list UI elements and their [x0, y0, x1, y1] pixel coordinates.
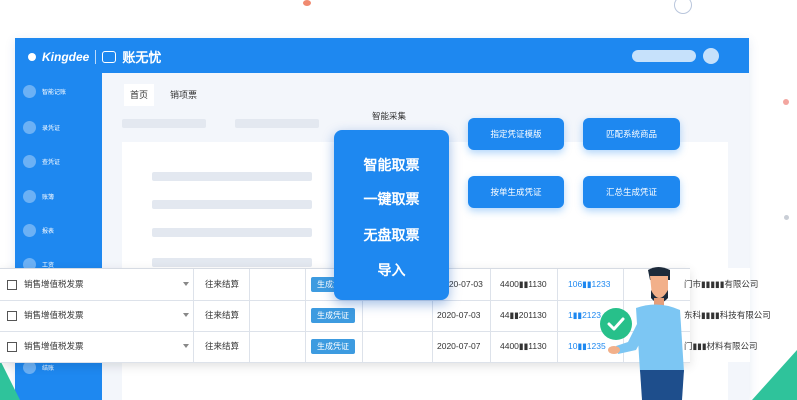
edit-icon: [23, 121, 36, 134]
sidebar-item-reports[interactable]: 报表: [23, 224, 54, 237]
column-divider: [490, 331, 491, 362]
column-divider: [432, 300, 433, 331]
column-divider: [557, 331, 558, 362]
column-divider: [249, 300, 250, 331]
date-cell: 2020-07-07: [437, 341, 481, 351]
match-goods-button[interactable]: 匹配系统商品: [583, 118, 680, 150]
settlement-cell: 往来结算: [205, 310, 240, 320]
column-divider: [557, 300, 558, 331]
tab-home[interactable]: 首页: [124, 84, 155, 106]
tab-bar: 首页 销项票: [102, 84, 749, 106]
row-checkbox[interactable]: [7, 280, 17, 290]
person-illustration: [608, 267, 684, 400]
column-divider: [305, 331, 306, 362]
filter-placeholder: [122, 119, 206, 128]
date-cell: -20-07-03: [446, 279, 483, 289]
column-divider: [249, 331, 250, 362]
generate-voucher-button[interactable]: 生成凭证: [311, 308, 355, 323]
column-divider: [490, 300, 491, 331]
column-divider: [557, 269, 558, 300]
decor-dot-pink: [783, 99, 789, 105]
per-invoice-voucher-button[interactable]: 按单生成凭证: [468, 176, 564, 208]
column-divider: [193, 300, 194, 331]
column-divider: [362, 300, 363, 331]
settlement-cell: 往来结算: [205, 341, 240, 351]
app-logo-icon: [102, 50, 117, 63]
avatar[interactable]: [703, 48, 719, 64]
search-doc-icon: [23, 155, 36, 168]
column-divider: [432, 331, 433, 362]
row-checkbox[interactable]: [7, 342, 17, 352]
row-placeholder: [152, 200, 312, 209]
brand: Kingdee 账无忧: [28, 47, 161, 66]
collection-popup-menu: 智能取票 一键取票 无盘取票 导入: [334, 130, 449, 300]
filter-placeholder: [235, 119, 319, 128]
row-placeholder: [152, 172, 312, 181]
menu-item-import[interactable]: 导入: [334, 260, 449, 280]
sidebar-item-view-voucher[interactable]: 查凭证: [23, 155, 60, 168]
invoice-code-cell: 44▮▮201130: [500, 310, 547, 320]
brand-logo-text: Kingdee: [42, 49, 90, 64]
tab-sales-invoice[interactable]: 销项票: [164, 84, 203, 106]
designated-template-button[interactable]: 指定凭证模版: [468, 118, 564, 150]
column-divider: [193, 269, 194, 300]
invoice-type-select[interactable]: 销售增值税发票: [24, 269, 84, 300]
table-row[interactable]: 销售增值税发票 往来结算 生成凭证 2020-07-03 44▮▮201130 …: [0, 300, 771, 332]
column-divider: [249, 269, 250, 300]
sidebar-item-enter-voucher[interactable]: 录凭证: [23, 121, 60, 134]
column-divider: [305, 300, 306, 331]
menu-item-smart-fetch[interactable]: 智能取票: [334, 155, 449, 175]
invoice-code-cell: 4400▮▮1130: [500, 341, 547, 351]
section-label: 智能采集: [372, 111, 407, 121]
decor-dot-orange: [303, 0, 311, 6]
decor-ring: [674, 0, 692, 14]
chevron-down-icon: [183, 282, 189, 286]
generate-voucher-button[interactable]: 生成凭证: [311, 339, 355, 354]
report-icon: [23, 224, 36, 237]
column-divider: [305, 269, 306, 300]
app-name: 账无忧: [122, 50, 162, 65]
invoice-type-select[interactable]: 销售增值税发票: [24, 331, 84, 362]
brand-divider: [95, 49, 97, 64]
invoice-type-select[interactable]: 销售增值税发票: [24, 300, 84, 331]
date-cell: 2020-07-03: [437, 310, 481, 320]
kingdee-logo-icon: [28, 52, 36, 61]
menu-item-diskless-fetch[interactable]: 无盘取票: [334, 225, 449, 245]
column-divider: [193, 331, 194, 362]
menu-item-one-click-fetch[interactable]: 一键取票: [334, 189, 449, 209]
sidebar-item-books[interactable]: 账簿: [23, 190, 54, 203]
row-placeholder: [152, 258, 312, 267]
row-placeholder: [152, 228, 312, 237]
row-checkbox[interactable]: [7, 311, 17, 321]
table-row[interactable]: 销售增值税发票 往来结算 生成凭证 2020-07-07 4400▮▮1130 …: [0, 331, 758, 363]
column-divider: [362, 331, 363, 362]
ledger-icon: [23, 85, 36, 98]
invoice-code-cell: 4400▮▮1130: [500, 279, 547, 289]
column-divider: [490, 269, 491, 300]
decor-dot-grey: [784, 215, 789, 220]
chevron-down-icon: [183, 344, 189, 348]
settlement-cell: 往来结算: [205, 279, 240, 289]
book-icon: [23, 190, 36, 203]
chevron-down-icon: [183, 313, 189, 317]
search-input[interactable]: [632, 50, 696, 62]
summary-voucher-button[interactable]: 汇总生成凭证: [583, 176, 680, 208]
sidebar-item-smart-accounting[interactable]: 智能记账: [23, 85, 66, 98]
